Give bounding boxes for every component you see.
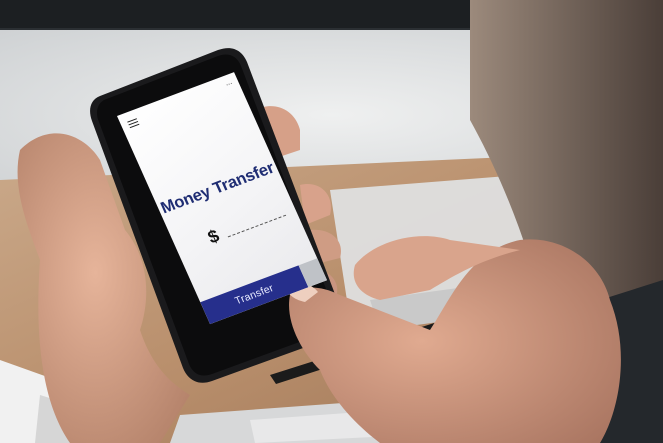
hamburger-menu-icon[interactable] [127, 118, 140, 129]
amount-field[interactable]: $ [205, 197, 298, 249]
currency-symbol: $ [204, 225, 223, 248]
photo-scene: ... Money Transfer $ Transfer [0, 0, 663, 443]
more-dots-icon[interactable]: ... [224, 78, 234, 88]
background-photo [0, 0, 663, 443]
amount-input-line[interactable] [227, 214, 287, 238]
